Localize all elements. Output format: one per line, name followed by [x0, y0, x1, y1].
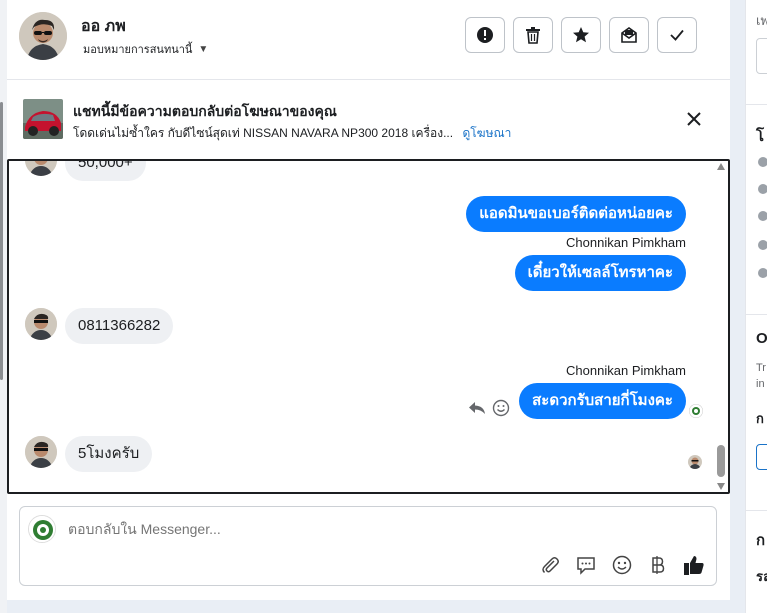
chat-panel: ออ ภพ มอบหมายการสนทนานี้ ▼ แชทนี้มีข้อคว… — [7, 0, 730, 600]
message-scrollbar[interactable] — [716, 163, 726, 490]
conversation-user-name[interactable]: ออ ภพ — [81, 14, 126, 39]
star-button[interactable] — [561, 17, 601, 53]
check-icon — [670, 29, 684, 41]
sidebar-text: Tr — [756, 362, 766, 374]
user-seen-avatar — [688, 455, 702, 469]
avatar[interactable] — [25, 308, 57, 340]
scroll-thumb[interactable] — [717, 445, 725, 477]
assign-label: มอบหมายการสนทนานี้ — [83, 44, 193, 56]
sender-name: Chonnikan Pimkham — [566, 235, 686, 250]
message-tools — [468, 399, 510, 417]
message-bubble-incoming[interactable]: 50,000+ — [65, 161, 146, 181]
reply-input[interactable] — [68, 521, 568, 537]
message-bubble-outgoing[interactable]: แอดมินขอเบอร์ติดต่อหน่อยคะ — [466, 196, 686, 232]
message-bubble-incoming[interactable]: 0811366282 — [65, 308, 174, 344]
saved-reply-icon[interactable] — [574, 553, 598, 577]
avatar[interactable] — [25, 161, 57, 176]
caret-down-icon: ▼ — [198, 43, 209, 55]
location-pin-icon — [758, 268, 767, 278]
divider — [746, 510, 767, 511]
ad-thumbnail[interactable] — [23, 99, 63, 139]
sidebar-text: รล — [756, 569, 767, 584]
ad-reply-banner: แชทนี้มีข้อความตอบกลับต่อโฆษณาของคุณ โดด… — [7, 81, 730, 159]
sidebar-select[interactable] — [756, 444, 767, 470]
message-bubble-outgoing[interactable]: เดี๋ยวให้เซลล์โทรหาคะ — [514, 255, 686, 291]
scroll-down-arrow[interactable] — [717, 483, 725, 490]
emoji-reaction-icon[interactable] — [492, 399, 510, 417]
thumbs-up-icon[interactable] — [682, 553, 706, 577]
emoji-icon[interactable] — [610, 553, 634, 577]
ad-banner-subtitle: โดดเด่นไม่ซ้ำใคร กับดีไซน์สุดเท่ NISSAN … — [73, 124, 511, 143]
mark-done-button[interactable] — [657, 17, 697, 53]
right-sidebar: เพ โ O Tr in ก ก รล — [745, 0, 767, 613]
graduation-cap-icon — [758, 211, 767, 221]
composer-tools — [538, 553, 706, 577]
trash-icon — [526, 27, 540, 44]
divider — [746, 104, 767, 105]
left-edge — [0, 0, 7, 613]
ad-description: โดดเด่นไม่ซ้ำใคร กับดีไซน์สุดเท่ NISSAN … — [73, 126, 454, 140]
view-ad-link[interactable]: ดูโฆษณา — [462, 126, 511, 140]
message-bubble-outgoing[interactable]: สะดวกรับสายกี่โมงคะ — [519, 383, 686, 419]
sidebar-heading: โ — [756, 128, 765, 145]
paperclip-icon[interactable] — [538, 553, 562, 577]
scroll-up-arrow[interactable] — [717, 163, 725, 170]
location-pin-icon — [758, 240, 767, 250]
baht-icon[interactable] — [646, 553, 670, 577]
reply-icon[interactable] — [468, 400, 486, 416]
message-composer — [19, 506, 717, 586]
mark-spam-button[interactable] — [465, 17, 505, 53]
sidebar-heading: O — [756, 330, 767, 347]
clock-icon — [758, 157, 767, 167]
avatar[interactable] — [19, 12, 67, 60]
avatar[interactable] — [25, 436, 57, 468]
message-bubble-incoming[interactable]: 5โมงครับ — [65, 436, 153, 472]
page-seen-avatar — [689, 404, 703, 418]
briefcase-icon — [758, 184, 767, 194]
assign-conversation-dropdown[interactable]: มอบหมายการสนทนานี้ ▼ — [83, 40, 208, 58]
delete-button[interactable] — [513, 17, 553, 53]
mark-unread-button[interactable] — [609, 17, 649, 53]
sidebar-heading: ก — [756, 532, 766, 549]
ad-banner-title: แชทนี้มีข้อความตอบกลับต่อโฆษณาของคุณ — [73, 103, 337, 119]
sender-name: Chonnikan Pimkham — [566, 363, 686, 378]
conversation-header: ออ ภพ มอบหมายการสนทนานี้ ▼ — [7, 0, 730, 80]
sidebar-text: เพ — [756, 13, 767, 28]
star-icon — [573, 27, 589, 43]
exclamation-circle-icon — [477, 27, 493, 43]
message-list[interactable]: 50,000+ แอดมินขอเบอร์ติดต่อหน่อยคะ Chonn… — [7, 159, 730, 494]
divider — [746, 314, 767, 315]
sidebar-text: in — [756, 378, 765, 390]
close-icon[interactable] — [684, 109, 704, 129]
sidebar-label: ก — [756, 411, 764, 426]
sidebar-input[interactable] — [756, 38, 767, 74]
header-actions — [465, 17, 697, 53]
left-scrollbar[interactable] — [0, 102, 3, 380]
page-avatar — [28, 515, 56, 543]
envelope-icon — [621, 27, 637, 43]
